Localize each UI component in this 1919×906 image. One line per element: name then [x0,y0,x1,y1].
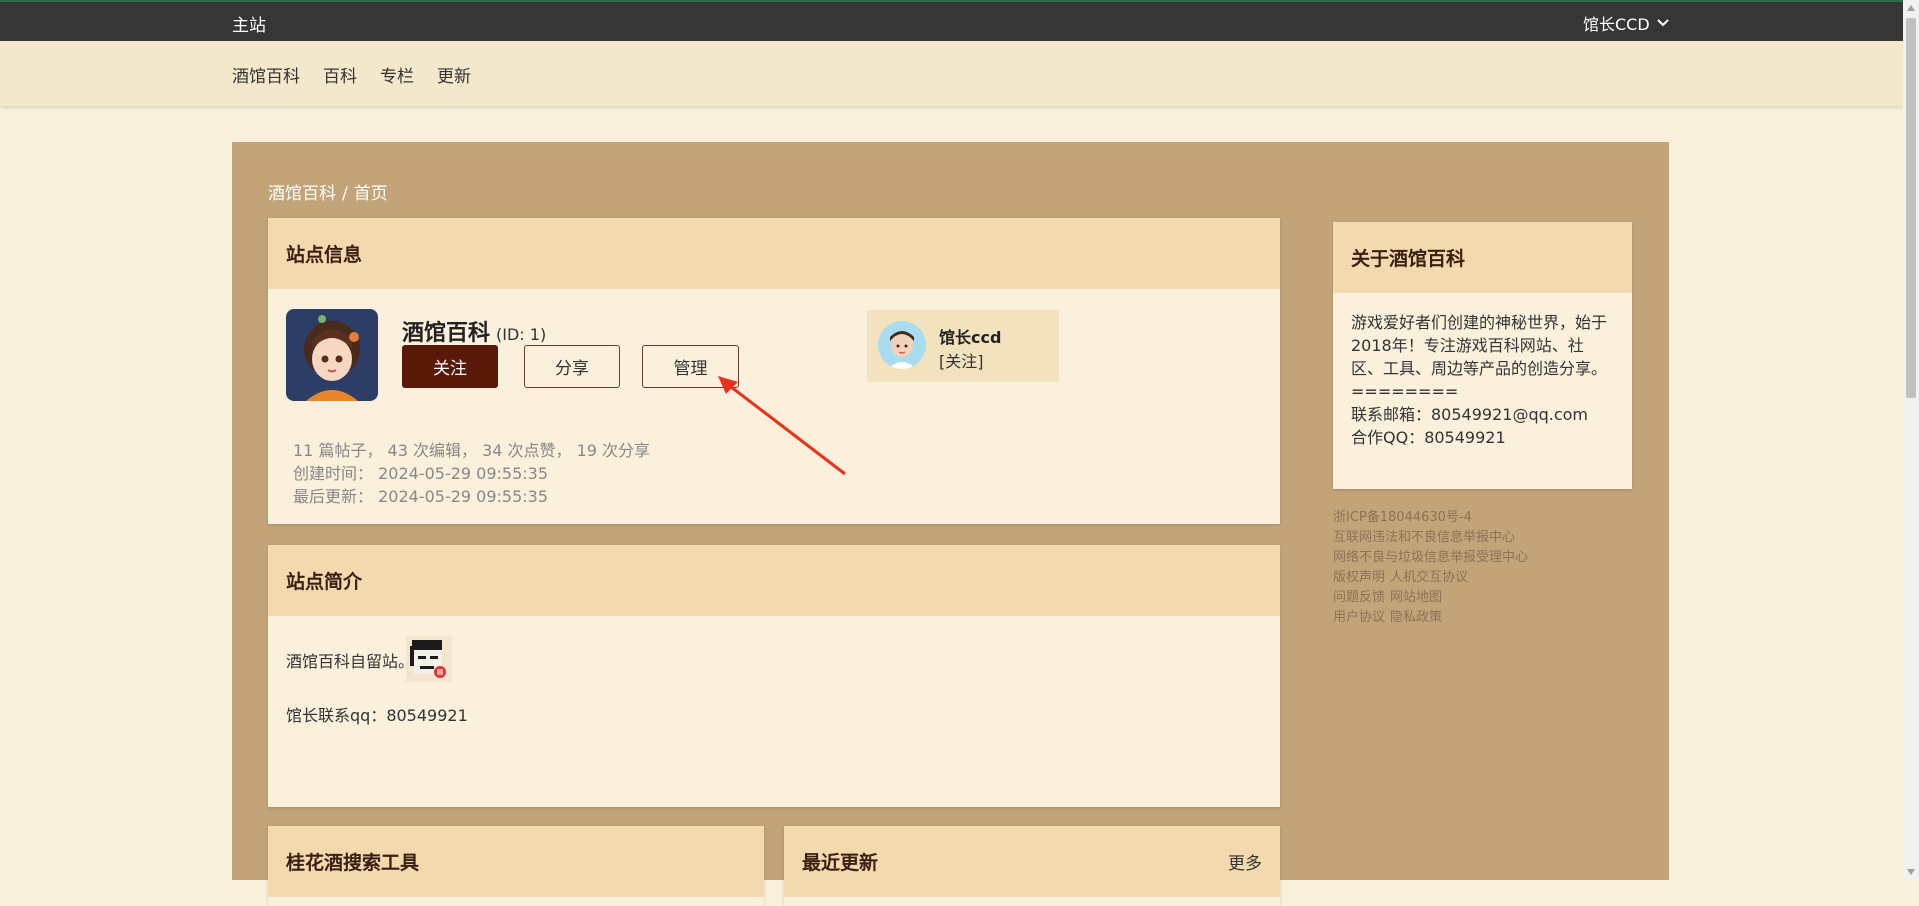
user-name: 馆长CCD [1583,15,1650,34]
user-menu[interactable]: 馆长CCD [1583,11,1670,35]
hci-agreement-link[interactable]: 人机交互协议 [1390,570,1468,585]
site-intro-title: 站点简介 [286,571,363,593]
site-info-header: 站点信息 [268,218,1280,289]
site-avatar [286,309,378,401]
about-email: 联系邮箱：80549921@qq.com [1351,405,1589,424]
site-name-row: 酒馆百科 (ID: 1) [402,315,546,347]
owner-avatar[interactable] [878,321,926,369]
chevron-down-icon [1656,19,1669,27]
annotation-arrow-icon [718,376,846,476]
share-button[interactable]: 分享 [524,345,620,388]
site-stats: 11 篇帖子， 43 次编辑， 34 次点赞， 19 次分享 [293,441,651,460]
site-intro-header: 站点简介 [268,545,1280,616]
about-header: 关于酒馆百科 [1333,222,1632,293]
about-description: 游戏爱好者们创建的神秘世界，始于2018年！专注游戏百科网站、社区、工具、周边等… [1351,313,1608,378]
owner-card: 馆长ccd [关注] [867,310,1059,382]
breadcrumb: 酒馆百科 / 首页 [268,179,388,204]
scroll-thumb[interactable] [1906,18,1916,398]
recent-updates-card: 最近更新 更多 [784,826,1280,906]
copyright-link[interactable]: 版权声明 [1333,570,1385,585]
created-time: 创建时间： 2024-05-29 09:55:35 [293,464,549,483]
about-card: 关于酒馆百科 游戏爱好者们创建的神秘世界，始于2018年！专注游戏百科网站、社区… [1333,222,1632,489]
about-qq: 合作QQ：80549921 [1351,428,1506,447]
breadcrumb-current[interactable]: 首页 [354,184,388,204]
scroll-up-icon[interactable] [1907,5,1915,11]
recent-updates-header: 最近更新 更多 [784,826,1280,897]
site-info-title: 站点信息 [286,244,363,266]
nav-item-wiki[interactable]: 百科 [323,62,357,87]
sub-nav: 酒馆百科 百科 专栏 更新 [0,41,1903,106]
recent-updates-title: 最近更新 [802,852,879,874]
top-bar: 主站 馆长CCD [0,0,1903,41]
site-name: 酒馆百科 [402,321,491,346]
site-id: (ID: 1) [496,325,547,344]
search-tool-header: 桂花酒搜索工具 [268,826,764,897]
nav-item-updates[interactable]: 更新 [437,62,471,87]
about-divider: ======== [1351,382,1459,401]
page-scrollbar[interactable] [1903,0,1919,880]
owner-follow-link[interactable]: [关注] [939,348,984,372]
nav-item-column[interactable]: 专栏 [380,62,414,87]
search-tool-title: 桂花酒搜索工具 [286,852,420,874]
about-body: 游戏爱好者们创建的神秘世界，始于2018年！专注游戏百科网站、社区、工具、周边等… [1333,293,1632,467]
home-link[interactable]: 主站 [232,11,266,36]
footer-links: 浙ICP备18044630号-4 互联网违法和不良信息举报中心 网络不良与垃圾信… [1333,508,1533,628]
breadcrumb-root[interactable]: 酒馆百科 [268,184,336,204]
icp-link[interactable]: 浙ICP备18044630号-4 [1333,510,1472,525]
report-center-link[interactable]: 互联网违法和不良信息举报中心 [1333,530,1515,545]
more-link[interactable]: 更多 [1228,849,1262,874]
search-tool-card: 桂花酒搜索工具 [268,826,764,906]
user-agreement-link[interactable]: 用户协议 [1333,610,1385,625]
pixel-face-emoji-icon [406,636,452,682]
owner-name[interactable]: 馆长ccd [939,324,1001,348]
breadcrumb-separator: / [342,184,348,204]
feedback-link[interactable]: 问题反馈 [1333,590,1385,605]
sitemap-link[interactable]: 网站地图 [1390,590,1442,605]
intro-line-1: 酒馆百科自留站。 [286,652,415,671]
updated-time: 最后更新： 2024-05-29 09:55:35 [293,487,549,506]
spam-report-link[interactable]: 网络不良与垃圾信息举报受理中心 [1333,550,1528,565]
main-content: 酒馆百科 / 首页 站点信息 酒馆百科 (ID: 1) 关注 分享 管理 馆长c… [232,142,1669,906]
nav-item-tavern-wiki[interactable]: 酒馆百科 [232,62,300,87]
about-title: 关于酒馆百科 [1351,248,1466,270]
privacy-policy-link[interactable]: 隐私政策 [1390,610,1442,625]
site-intro-card: 站点简介 酒馆百科自留站。 馆长联系qq：80549921 [268,545,1280,807]
scroll-down-icon[interactable] [1907,869,1915,875]
intro-line-2: 馆长联系qq：80549921 [286,706,468,725]
follow-button[interactable]: 关注 [402,345,498,388]
